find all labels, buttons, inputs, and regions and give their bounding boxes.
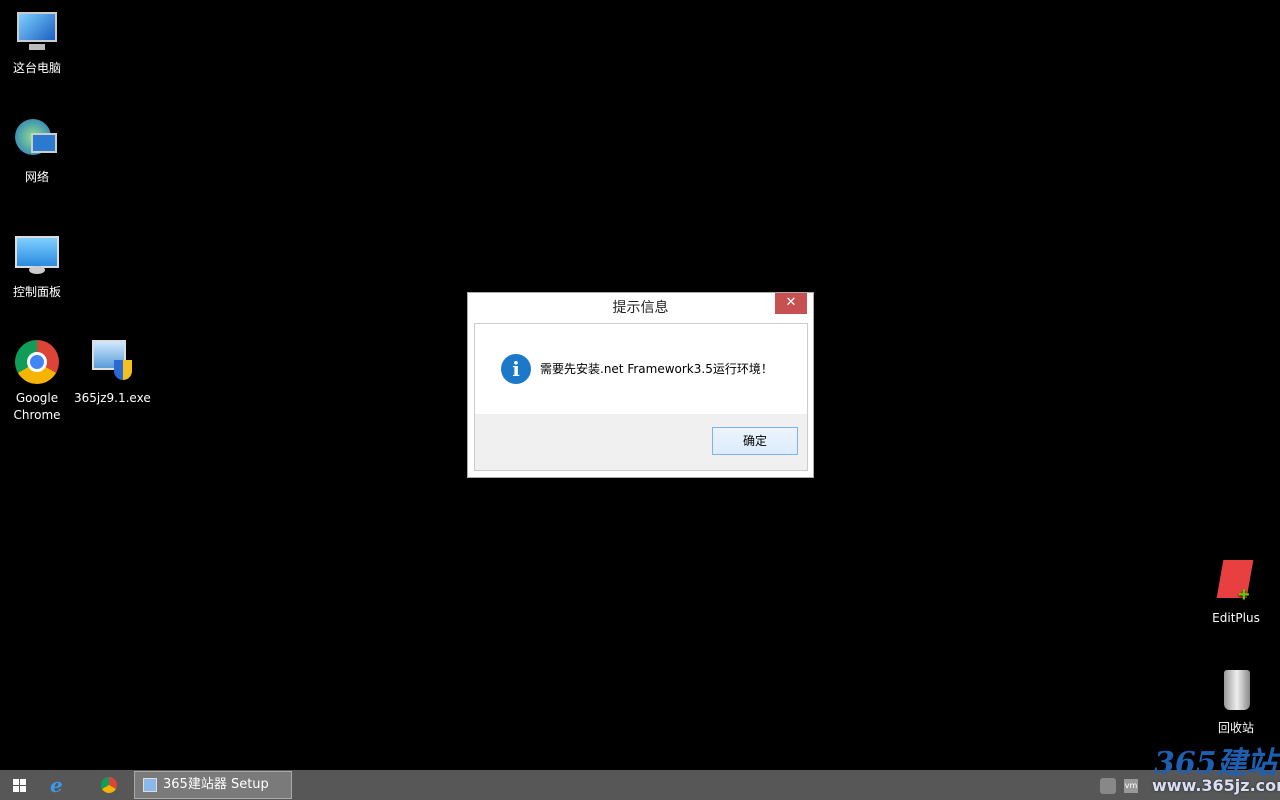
windows-icon	[13, 779, 26, 792]
desktop-icon-network[interactable]: 网络	[0, 117, 75, 186]
editplus-icon: +	[1212, 558, 1260, 606]
watermark-logo: 365建站 www.365jz.com	[1152, 746, 1280, 795]
taskbar-item-setup[interactable]: 365建站器 Setup	[134, 771, 292, 799]
vm-tray-icon[interactable]: vm	[1124, 779, 1138, 793]
close-button[interactable]: ✕	[775, 293, 807, 314]
dialog-message: 需要先安装.net Framework3.5运行环境！	[540, 362, 773, 376]
icon-label: 365jz9.1.exe	[74, 391, 151, 405]
installer-icon	[88, 338, 136, 386]
chrome-taskbar-button[interactable]	[101, 770, 119, 800]
icon-label: 回收站	[1217, 721, 1254, 735]
desktop-icon-editplus[interactable]: + EditPlus	[1198, 558, 1274, 627]
task-label: 365建站器 Setup	[163, 777, 269, 792]
computer-icon	[13, 8, 61, 56]
taskbar: e 365建站器 Setup vm	[0, 770, 1280, 800]
desktop-icon-365jz-installer[interactable]: 365jz9.1.exe	[74, 338, 151, 407]
ok-button[interactable]: 确定	[712, 427, 798, 455]
start-button[interactable]	[10, 770, 30, 800]
icon-label: EditPlus	[1212, 611, 1260, 625]
dialog-footer: 确定	[475, 414, 807, 470]
chrome-icon	[101, 777, 117, 793]
icon-label: 网络	[24, 170, 49, 184]
usb-tray-icon[interactable]	[1100, 778, 1116, 794]
desktop-icon-chrome[interactable]: Google Chrome	[0, 338, 75, 424]
icon-label: 这台电脑	[12, 61, 61, 75]
ie-icon: e	[50, 773, 63, 797]
desktop-icon-control-panel[interactable]: 控制面板	[0, 232, 75, 301]
icon-label: Google Chrome	[13, 391, 61, 422]
message-dialog: 提示信息 ✕ i 需要先安装.net Framework3.5运行环境！ 确定	[467, 292, 814, 478]
setup-icon	[143, 778, 157, 792]
info-icon: i	[501, 354, 531, 384]
network-icon	[13, 117, 61, 165]
recycle-bin-icon	[1212, 668, 1260, 716]
control-panel-icon	[13, 232, 61, 280]
desktop-icon-this-pc[interactable]: 这台电脑	[0, 8, 75, 77]
dialog-body: i 需要先安装.net Framework3.5运行环境！ 确定	[474, 323, 808, 471]
desktop-icon-recycle-bin[interactable]: 回收站	[1198, 668, 1274, 737]
icon-label: 控制面板	[12, 285, 61, 299]
dialog-title: 提示信息	[612, 300, 669, 316]
chrome-icon	[13, 338, 61, 386]
ie-button[interactable]: e	[50, 770, 76, 800]
